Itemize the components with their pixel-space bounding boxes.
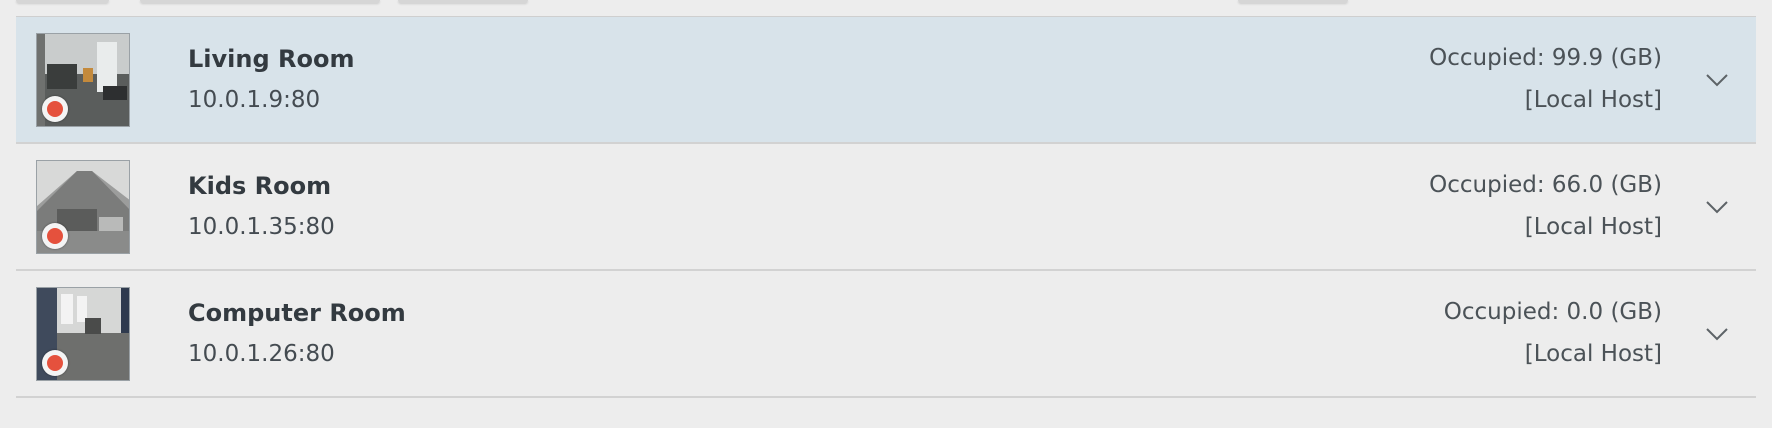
- chevron-down-icon[interactable]: [1704, 67, 1730, 93]
- host-label: [Local Host]: [1524, 214, 1662, 240]
- top-toolbar-edge: [0, 0, 1772, 16]
- toolbar-tab[interactable]: [1238, 0, 1348, 3]
- camera-thumbnail[interactable]: [36, 287, 130, 381]
- camera-name: Computer Room: [188, 299, 406, 327]
- camera-row-living-room[interactable]: Living Room 10.0.1.9:80 Occupied: 99.9 (…: [16, 17, 1756, 144]
- chevron-down-icon[interactable]: [1704, 321, 1730, 347]
- camera-list: Living Room 10.0.1.9:80 Occupied: 99.9 (…: [16, 16, 1756, 398]
- host-label: [Local Host]: [1524, 341, 1662, 367]
- chevron-down-icon[interactable]: [1704, 194, 1730, 220]
- record-icon[interactable]: [42, 96, 68, 122]
- camera-row-kids-room[interactable]: Kids Room 10.0.1.35:80 Occupied: 66.0 (G…: [16, 144, 1756, 271]
- camera-thumbnail[interactable]: [36, 160, 130, 254]
- camera-row-computer-room[interactable]: Computer Room 10.0.1.26:80 Occupied: 0.0…: [16, 271, 1756, 398]
- toolbar-tab[interactable]: [398, 0, 528, 3]
- storage-occupied: Occupied: 0.0 (GB): [1443, 299, 1662, 325]
- camera-name: Living Room: [188, 45, 355, 73]
- camera-address: 10.0.1.35:80: [188, 214, 335, 240]
- camera-thumbnail[interactable]: [36, 33, 130, 127]
- record-icon[interactable]: [42, 223, 68, 249]
- storage-occupied: Occupied: 66.0 (GB): [1429, 172, 1662, 198]
- camera-address: 10.0.1.26:80: [188, 341, 335, 367]
- camera-address: 10.0.1.9:80: [188, 87, 321, 113]
- toolbar-tab[interactable]: [16, 0, 109, 3]
- camera-name: Kids Room: [188, 172, 332, 200]
- storage-occupied: Occupied: 99.9 (GB): [1429, 45, 1662, 71]
- record-icon[interactable]: [42, 350, 68, 376]
- toolbar-tab[interactable]: [140, 0, 380, 3]
- host-label: [Local Host]: [1524, 87, 1662, 113]
